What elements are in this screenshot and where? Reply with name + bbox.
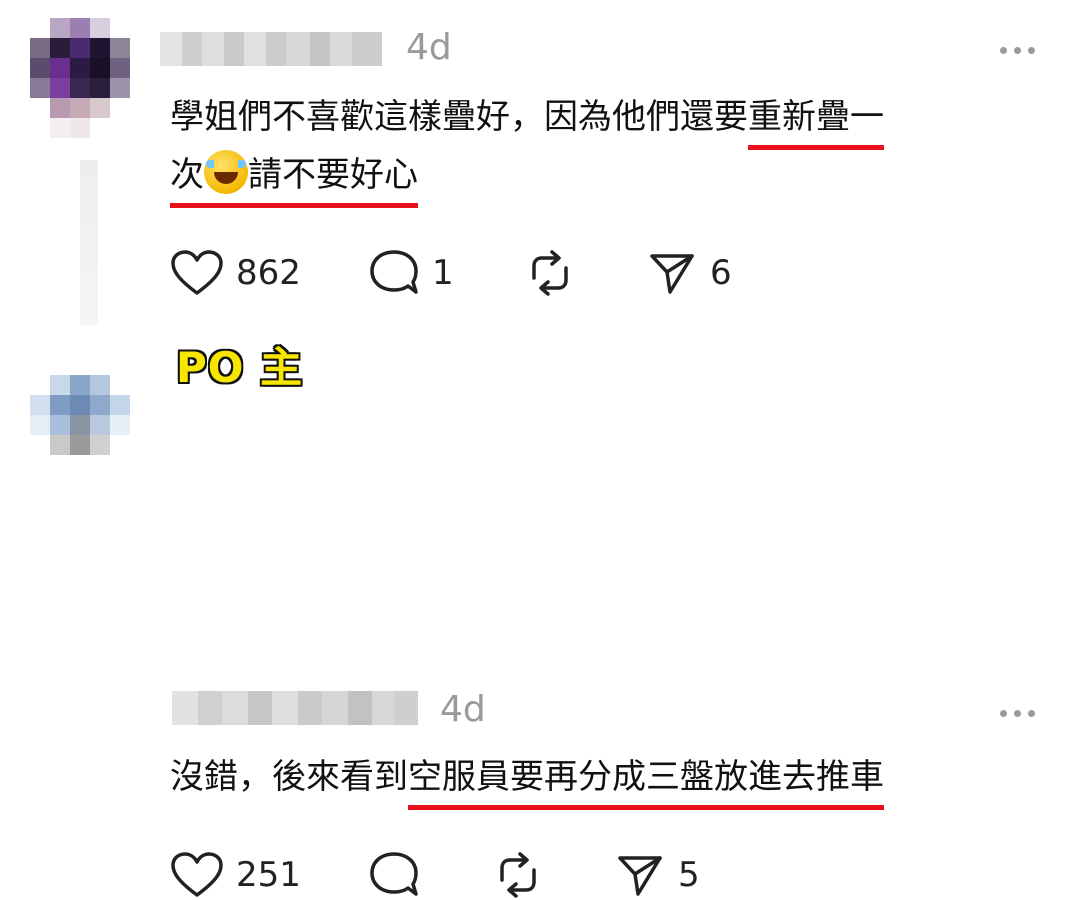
- reply-button[interactable]: 1: [368, 248, 454, 298]
- timestamp: 4d: [406, 27, 452, 68]
- highlight-underline: 次請不要好心: [170, 146, 418, 208]
- laughing-emoji-icon: [204, 150, 248, 194]
- repost-icon: [500, 852, 536, 898]
- like-count: 862: [236, 253, 301, 293]
- reply-button[interactable]: [368, 850, 432, 900]
- comment: 4d 學姐們不喜歡這樣疊好，因為他們還要重新疊一 次請不要好心 862 1 6: [0, 0, 1080, 335]
- share-button[interactable]: 6: [648, 248, 732, 298]
- share-button[interactable]: 5: [616, 850, 700, 900]
- repost-icon: [532, 250, 568, 296]
- po-badge: PO 主: [174, 342, 304, 394]
- username-blurred[interactable]: [160, 32, 382, 66]
- repost-button[interactable]: [524, 248, 588, 298]
- highlight-underline: 空服員要再分成三盤放進去推車: [408, 748, 884, 810]
- like-count: 251: [236, 855, 301, 895]
- comment-icon: [370, 250, 418, 294]
- timestamp: 4d: [440, 689, 486, 730]
- heart-icon: [171, 852, 223, 897]
- comment-text: 學姐們不喜歡這樣疊好，因為他們還要重新疊一 次請不要好心: [170, 88, 884, 208]
- comment-text: 沒錯，後來看到空服員要再分成三盤放進去推車: [170, 748, 884, 810]
- reply-count: 1: [432, 253, 454, 293]
- action-bar: 862 1 6: [170, 248, 870, 298]
- avatar[interactable]: [30, 355, 130, 475]
- share-icon: [618, 856, 662, 896]
- highlight-underline: 重新疊一: [748, 88, 884, 150]
- like-button[interactable]: 251: [170, 850, 301, 900]
- more-icon[interactable]: [1000, 40, 1035, 60]
- comment: 4d 沒錯，後來看到空服員要再分成三盤放進去推車 251 5: [0, 335, 1080, 898]
- share-count: 5: [678, 855, 700, 895]
- comment-icon: [370, 852, 418, 896]
- more-icon[interactable]: [1000, 703, 1035, 723]
- repost-button[interactable]: [492, 850, 556, 900]
- avatar[interactable]: [30, 18, 130, 138]
- share-count: 6: [710, 253, 732, 293]
- action-bar: 251 5: [170, 850, 870, 900]
- like-button[interactable]: 862: [170, 248, 301, 298]
- share-icon: [650, 254, 694, 294]
- username-blurred[interactable]: [172, 691, 418, 725]
- heart-icon: [171, 250, 223, 295]
- thread-line: [80, 160, 98, 325]
